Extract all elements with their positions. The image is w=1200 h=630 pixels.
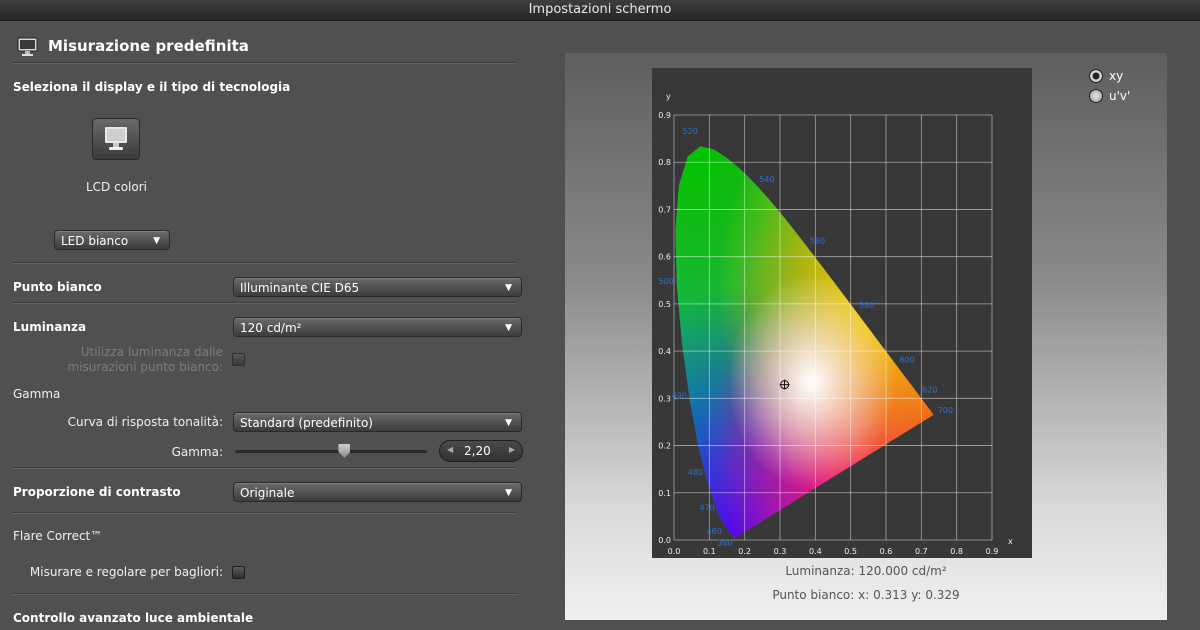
y-tick-label: 0.9 [658, 111, 671, 120]
gamma-section-title: Gamma [13, 387, 61, 401]
cie-chart-area: 0.0 0.1 0.2 0.3 0.4 0.5 0.6 0.7 0.8 0.9 0.0 0.1 0.2 0… [652, 68, 1032, 558]
x-tick-label: 0.5 [844, 547, 857, 556]
x-axis-label: x [1008, 537, 1013, 546]
divider [12, 302, 517, 304]
chevron-down-icon: ▼ [153, 236, 160, 246]
gamma-slider-thumb[interactable] [338, 444, 351, 458]
wavelength-label: 520 [683, 127, 698, 136]
contrast-value: Originale [240, 486, 295, 500]
gamma-slider-track [235, 450, 427, 453]
tone-curve-dropdown[interactable]: Standard (predefinito) ▼ [233, 412, 522, 432]
y-tick-label: 0.7 [658, 205, 671, 214]
chevron-down-icon: ▼ [505, 283, 512, 293]
chromaticity-panel: 0.0 0.1 0.2 0.3 0.4 0.5 0.6 0.7 0.8 0.9 0.0 0.1 0.2 0… [565, 53, 1167, 620]
decrement-icon[interactable]: ◀ [447, 445, 453, 454]
wavelength-label: 380 [717, 539, 732, 548]
flare-measure-label: Misurare e regolare per bagliori: [29, 565, 223, 579]
x-tick-label: 0.3 [774, 547, 787, 556]
window-title: Impostazioni schermo [0, 0, 1200, 21]
display-name-label: LCD colori [85, 180, 147, 194]
uv-radio[interactable] [1089, 89, 1103, 103]
x-tick-label: 0.2 [738, 547, 751, 556]
x-tick-label: 0.6 [880, 547, 893, 556]
luminance-label: Luminanza [13, 320, 87, 334]
technology-value: LED bianco [61, 234, 129, 248]
x-tick-label: 0.0 [668, 547, 681, 556]
white-point-value: Illuminante CIE D65 [240, 281, 360, 295]
gamma-stepper[interactable]: ◀ 2,20 ▶ [439, 440, 523, 462]
y-axis-label: y [666, 92, 671, 101]
wavelength-label: 540 [759, 175, 774, 184]
contrast-dropdown[interactable]: Originale ▼ [233, 482, 522, 502]
display-icon [17, 37, 38, 56]
x-tick-label: 0.4 [809, 547, 822, 556]
gamma-label: Gamma: [171, 445, 223, 459]
white-point-dropdown[interactable]: Illuminante CIE D65 ▼ [233, 277, 522, 297]
display-select-button[interactable] [92, 118, 140, 160]
wavelength-label: 480 [688, 468, 703, 477]
display-section-title: Seleziona il display e il tipo di tecnol… [13, 80, 291, 94]
wavelength-label: 460 [707, 527, 722, 536]
gamma-value: 2,20 [464, 444, 491, 458]
wavelength-label: 490 [672, 392, 687, 401]
wavelength-label: 580 [859, 301, 874, 310]
x-tick-label: 0.1 [703, 547, 716, 556]
x-tick-label: 0.7 [915, 547, 928, 556]
y-tick-label: 0.0 [658, 536, 671, 545]
settings-panel: Misurazione predefinita Seleziona il dis… [0, 21, 530, 630]
xy-radio[interactable] [1089, 69, 1103, 83]
chevron-down-icon: ▼ [505, 418, 512, 428]
y-tick-label: 0.6 [658, 253, 671, 262]
y-tick-label: 0.4 [658, 347, 671, 356]
monitor-icon [105, 127, 127, 150]
increment-icon[interactable]: ▶ [509, 445, 515, 454]
cie-chromaticity-chart: 0.0 0.1 0.2 0.3 0.4 0.5 0.6 0.7 0.8 0.9 0.0 0.1 0.2 0… [658, 92, 1013, 556]
technology-dropdown[interactable]: LED bianco ▼ [54, 230, 170, 250]
divider [12, 467, 517, 469]
wavelength-label: 560 [810, 236, 825, 245]
chart-luminance-text: Luminanza: 120.000 cd/m² [785, 564, 947, 578]
flare-measure-checkbox[interactable] [232, 566, 245, 579]
flare-section-title: Flare Correct™ [13, 529, 103, 543]
luminance-dropdown[interactable]: 120 cd/m² ▼ [233, 317, 522, 337]
white-point-label: Punto bianco [13, 280, 102, 294]
contrast-label: Proporzione di contrasto [13, 485, 181, 499]
divider [12, 512, 517, 514]
wavelength-label: 700 [938, 406, 953, 415]
y-tick-label: 0.2 [658, 442, 671, 451]
chevron-down-icon: ▼ [505, 323, 512, 333]
ambient-section-title: Controllo avanzato luce ambientale [13, 611, 254, 625]
chevron-down-icon: ▼ [505, 488, 512, 498]
y-tick-label: 0.1 [658, 489, 671, 498]
luminance-value: 120 cd/m² [240, 321, 302, 335]
divider [12, 262, 517, 264]
xy-radio-label: xy [1109, 69, 1124, 83]
x-tick-label: 0.8 [950, 547, 963, 556]
use-whitepoint-luminance-checkbox[interactable] [232, 353, 245, 366]
page-title: Misurazione predefinita [48, 37, 249, 55]
divider [12, 62, 517, 64]
wavelength-label: 470 [700, 504, 715, 513]
tone-curve-label: Curva di risposta tonalità: [67, 415, 223, 429]
use-whitepoint-luminance-label: Utilizza luminanza dalle misurazioni pun… [67, 345, 223, 374]
y-tick-label: 0.3 [658, 394, 671, 403]
y-tick-label: 0.8 [658, 158, 671, 167]
wavelength-label: 600 [900, 355, 915, 364]
chart-whitepoint-text: Punto bianco: x: 0.313 y: 0.329 [772, 588, 960, 602]
x-tick-label: 0.9 [986, 547, 999, 556]
uv-radio-label: u'v' [1109, 89, 1131, 103]
wavelength-label: 500 [659, 277, 674, 286]
tone-curve-value: Standard (predefinito) [240, 416, 373, 430]
divider [12, 593, 517, 595]
gamma-slider[interactable] [235, 444, 427, 459]
wavelength-label: 620 [922, 386, 937, 395]
y-tick-label: 0.5 [658, 300, 671, 309]
